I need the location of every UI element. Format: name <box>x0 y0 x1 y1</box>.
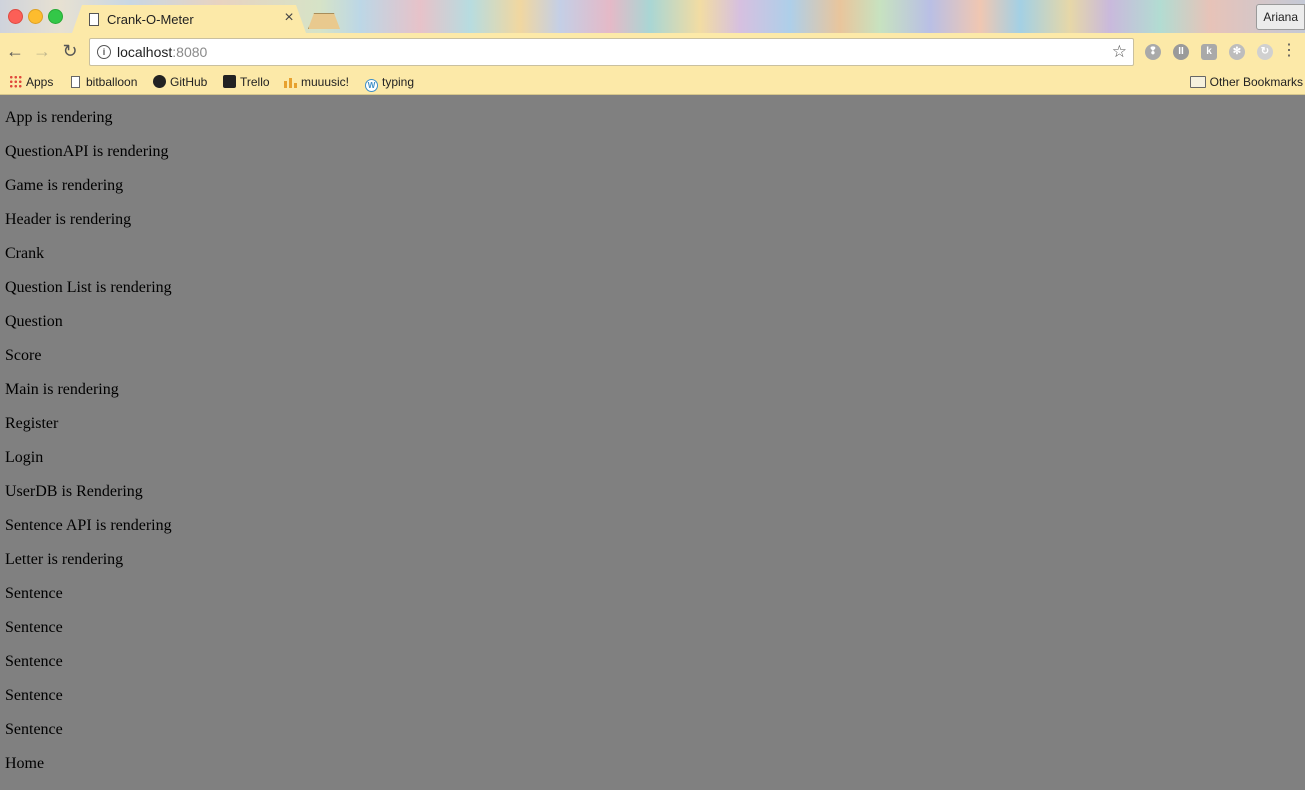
extension-icon-5[interactable]: ↻ <box>1257 44 1273 60</box>
page-icon <box>71 76 80 88</box>
log-line: Sentence <box>5 619 63 636</box>
other-bookmarks-label: Other Bookmarks <box>1209 75 1303 89</box>
url-port: :8080 <box>172 44 208 60</box>
bookmark-typing[interactable]: Wtyping <box>365 73 415 92</box>
extension-icon-3[interactable]: k <box>1201 44 1217 60</box>
page-content: App is rendering QuestionAPI is renderin… <box>5 108 172 788</box>
extension-icon-1[interactable]: ❢ <box>1145 44 1161 60</box>
log-line: Question List is rendering <box>5 279 172 296</box>
bookmark-apps[interactable]: Apps <box>9 73 53 91</box>
url-host: localhost <box>117 44 173 60</box>
info-icon[interactable]: i <box>97 45 111 59</box>
log-line: Sentence API is rendering <box>5 517 172 534</box>
forward-arrow-icon[interactable]: → <box>32 41 52 61</box>
browser-tab[interactable]: Crank-O-Meter × <box>72 5 306 33</box>
muuusic-icon <box>284 75 297 88</box>
bookmark-trello[interactable]: Trello <box>223 73 270 91</box>
log-line: Question <box>5 313 63 330</box>
close-window-button[interactable] <box>8 9 23 24</box>
bookmark-bitballoon[interactable]: bitballoon <box>68 73 137 91</box>
bookmark-label: typing <box>382 75 415 89</box>
log-line: UserDB is Rendering <box>5 483 143 500</box>
minimize-window-button[interactable] <box>28 9 43 24</box>
log-line: Letter is rendering <box>5 551 124 568</box>
bookmark-label: bitballoon <box>86 75 138 89</box>
bookmark-github[interactable]: GitHub <box>153 73 207 91</box>
profile-button[interactable]: Ariana <box>1256 4 1305 30</box>
bookmark-muuusic[interactable]: muuusic! <box>284 73 349 91</box>
other-bookmarks[interactable]: Other Bookmarks <box>1189 73 1303 91</box>
extension-react-icon[interactable]: ✻ <box>1229 44 1245 60</box>
trello-icon <box>223 75 236 88</box>
new-tab-button[interactable] <box>308 13 340 29</box>
log-line: Register <box>5 415 59 432</box>
browser-menu-icon[interactable]: ⋮ <box>1281 42 1297 60</box>
log-line: Login <box>5 449 44 466</box>
log-line: Score <box>5 347 42 364</box>
title-bar: Crank-O-Meter × Ariana <box>0 0 1305 33</box>
bookmark-star-icon[interactable]: ☆ <box>1112 42 1127 62</box>
bookmarks-bar: Apps bitballoon GitHub Trello muuusic! W… <box>0 70 1305 95</box>
reload-icon[interactable]: ↻ <box>60 41 80 61</box>
log-line: Sentence <box>5 721 63 738</box>
browser-toolbar: ← → ↻ i localhost:8080 ☆ ❢ II k ✻ ↻ ⋮ <box>0 33 1305 70</box>
log-line: Sentence <box>5 653 63 670</box>
log-line: Sentence <box>5 585 63 602</box>
tab-title: Crank-O-Meter <box>107 12 194 27</box>
log-line: Header is rendering <box>5 211 132 228</box>
log-line: Game is rendering <box>5 177 124 194</box>
back-arrow-icon[interactable]: ← <box>5 41 25 61</box>
page-icon <box>89 13 99 26</box>
log-line: QuestionAPI is rendering <box>5 143 169 160</box>
log-line: Sentence <box>5 687 63 704</box>
wordpress-icon: W <box>365 79 378 92</box>
bookmark-label: Apps <box>26 75 54 89</box>
bookmark-label: muuusic! <box>301 75 350 89</box>
folder-icon <box>1189 76 1206 88</box>
github-icon <box>153 75 166 88</box>
extension-pause-icon[interactable]: II <box>1173 44 1189 60</box>
bookmark-label: Trello <box>240 75 270 89</box>
bookmark-label: GitHub <box>170 75 208 89</box>
url-text[interactable]: localhost:8080 <box>117 44 207 60</box>
log-line: Main is rendering <box>5 381 119 398</box>
log-line: App is rendering <box>5 109 113 126</box>
log-line: Crank <box>5 245 45 262</box>
address-bar[interactable]: i localhost:8080 ☆ <box>89 38 1134 66</box>
tab-close-icon[interactable]: × <box>282 9 296 27</box>
log-line: Home <box>5 755 45 772</box>
zoom-window-button[interactable] <box>48 9 63 24</box>
apps-grid-icon <box>9 75 22 88</box>
